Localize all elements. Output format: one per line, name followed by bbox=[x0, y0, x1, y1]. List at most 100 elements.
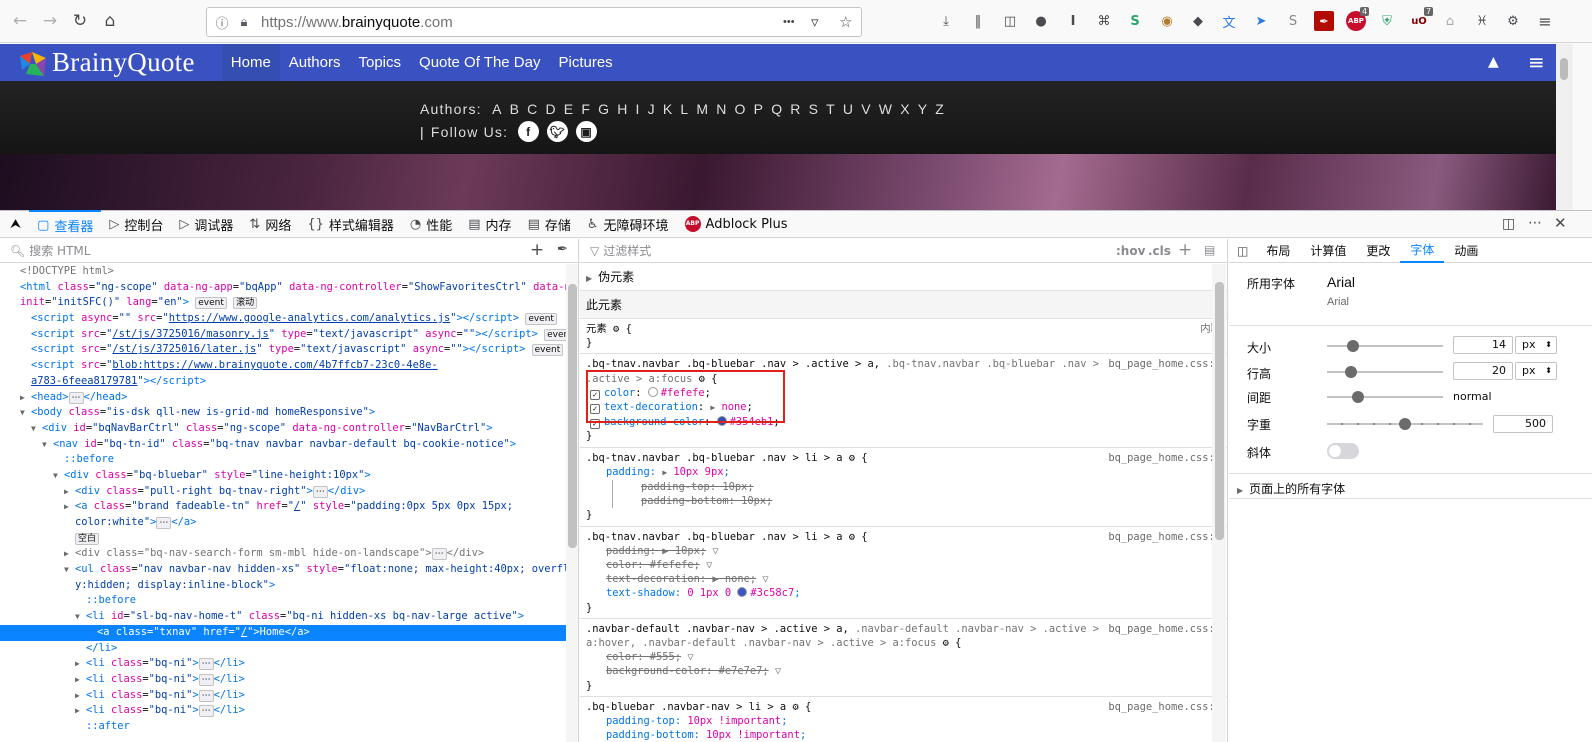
author-letter-link[interactable]: K bbox=[663, 101, 674, 117]
shield-icon[interactable]: ⛨ bbox=[1377, 11, 1397, 31]
rule-bluebar-padding[interactable]: .bq-bluebar .navbar-nav > li > a ⚙ { bq_… bbox=[580, 697, 1227, 742]
author-letter-link[interactable]: B bbox=[510, 101, 521, 117]
eyedropper-icon[interactable]: ✒ bbox=[557, 242, 568, 257]
author-letter-link[interactable]: C bbox=[527, 101, 538, 117]
author-letter-link[interactable]: M bbox=[696, 101, 709, 117]
markup-line[interactable]: 空白 bbox=[0, 531, 566, 547]
markup-scrollbar[interactable] bbox=[566, 264, 578, 742]
ext-i-icon[interactable]: I bbox=[1063, 11, 1083, 31]
author-letter-link[interactable]: U bbox=[843, 101, 854, 117]
tab-performance[interactable]: ◔ 性能 bbox=[402, 210, 460, 238]
rule-source[interactable]: bq_page_home.css:4 bbox=[1108, 357, 1221, 371]
translate-icon[interactable]: 文 bbox=[1219, 11, 1239, 31]
line-height-unit-select[interactable]: px ⬍ bbox=[1515, 362, 1557, 380]
filter-icon[interactable]: ▽ bbox=[775, 665, 781, 677]
all-fonts-section[interactable]: ▶ 页面上的所有字体 bbox=[1237, 480, 1345, 497]
author-letter-link[interactable]: J bbox=[648, 101, 656, 117]
markup-line[interactable]: init="initSFC()" lang="en"> event 滚动 bbox=[0, 295, 566, 311]
markup-line[interactable]: ▶ <li class="bq-ni"> ⋯ </li> bbox=[0, 688, 566, 704]
rule-li-a-overridden[interactable]: .bq-tnav.navbar .bq-bluebar .nav > li > … bbox=[580, 527, 1227, 619]
instagram-icon[interactable]: ▣ bbox=[576, 121, 598, 142]
tab-inspector[interactable]: ▢ 查看器 bbox=[29, 210, 102, 238]
markup-line[interactable]: ▼ <body class="is-dsk qll-new is-grid-md … bbox=[0, 405, 566, 421]
print-styles-icon[interactable]: ▤ bbox=[1204, 243, 1215, 257]
monkey-icon[interactable]: ◉ bbox=[1157, 11, 1177, 31]
nav-authors[interactable]: Authors bbox=[280, 44, 350, 81]
size-unit-select[interactable]: px ⬍ bbox=[1515, 336, 1557, 354]
tab-storage[interactable]: ▤ 存储 bbox=[520, 210, 579, 238]
forward-icon[interactable]: → bbox=[36, 7, 64, 35]
size-input[interactable]: 14 bbox=[1453, 336, 1513, 354]
pdf-icon[interactable]: ✒ bbox=[1314, 11, 1334, 31]
author-letter-link[interactable]: V bbox=[861, 101, 872, 117]
author-letter-link[interactable]: L bbox=[680, 101, 689, 117]
author-letter-link[interactable]: A bbox=[492, 101, 503, 117]
hov-toggle[interactable]: :hov bbox=[1116, 244, 1145, 258]
markup-line[interactable]: a783-6feea8179781"></script> bbox=[0, 374, 566, 390]
ext-a-icon[interactable]: ♓ bbox=[1472, 11, 1492, 31]
author-letter-link[interactable]: G bbox=[598, 101, 610, 117]
author-letter-link[interactable]: D bbox=[545, 101, 556, 117]
page-scrollbar[interactable] bbox=[1556, 44, 1573, 210]
markup-line[interactable]: ▼ <ul class="nav navbar-nav hidden-xs" st… bbox=[0, 562, 566, 578]
markup-line[interactable]: ▶ <div class="bq-nav-search-form sm-mbl h… bbox=[0, 546, 566, 562]
line-height-slider[interactable] bbox=[1327, 366, 1443, 378]
markup-line[interactable]: <script async="" src="https://www.google… bbox=[0, 311, 566, 327]
sidebar-icon[interactable]: ◫ bbox=[1000, 11, 1020, 31]
filter-icon[interactable]: ▽ bbox=[762, 573, 768, 585]
nav-quote-of-the-day[interactable]: Quote Of The Day bbox=[410, 44, 549, 81]
rules-scrollbar[interactable] bbox=[1212, 264, 1226, 742]
tab-computed[interactable]: 计算值 bbox=[1300, 239, 1356, 263]
markup-line[interactable]: ::after bbox=[0, 719, 566, 735]
rule-li-a-padding[interactable]: .bq-tnav.navbar .bq-bluebar .nav > li > … bbox=[580, 448, 1227, 527]
markup-line[interactable]: ▼ <div class="bq-bluebar" style="line-hei… bbox=[0, 468, 566, 484]
nav-home[interactable]: Home bbox=[221, 44, 280, 81]
gear-icon[interactable]: ⚙ bbox=[849, 452, 855, 464]
markup-line[interactable]: </li> bbox=[0, 641, 566, 657]
author-letter-link[interactable]: H bbox=[617, 101, 628, 117]
download-icon[interactable]: ⤓ bbox=[936, 11, 956, 31]
markup-line[interactable]: ▶ <li class="bq-ni"> ⋯ </li> bbox=[0, 672, 566, 688]
author-letter-link[interactable]: Q bbox=[771, 101, 783, 117]
author-letter-link[interactable]: P bbox=[754, 101, 765, 117]
settings-icon[interactable]: ⚙ bbox=[1503, 11, 1523, 31]
search-html-input[interactable]: 搜索 HTML bbox=[29, 242, 90, 259]
lock-icon[interactable]: 🔒︎ bbox=[233, 14, 255, 30]
markup-line[interactable]: <script src="blob:https://www.brainyquot… bbox=[0, 358, 566, 374]
italic-toggle[interactable] bbox=[1327, 443, 1359, 459]
author-letter-link[interactable]: E bbox=[564, 101, 575, 117]
markup-line[interactable]: ▶ <head> ⋯ </head> bbox=[0, 390, 566, 406]
nav-pictures[interactable]: Pictures bbox=[549, 44, 621, 81]
hamburger-icon[interactable]: ≡ bbox=[1528, 50, 1545, 74]
line-height-input[interactable]: 20 bbox=[1453, 362, 1513, 380]
color-swatch[interactable] bbox=[737, 587, 748, 598]
author-letter-link[interactable]: Y bbox=[918, 101, 929, 117]
tab-memory[interactable]: ▤ 内存 bbox=[460, 210, 519, 238]
rule-element[interactable]: 元素 ⚙ { 内联} bbox=[580, 319, 1227, 355]
back-icon[interactable]: ← bbox=[6, 7, 34, 35]
crop-icon[interactable]: ⌘ bbox=[1094, 11, 1114, 31]
markup-line[interactable]: <!DOCTYPE html> bbox=[0, 264, 566, 280]
spacing-slider[interactable] bbox=[1327, 391, 1443, 403]
markup-line[interactable]: ▼ <li id="sl-bq-nav-home-t" class="bq-ni … bbox=[0, 609, 566, 625]
rule-source[interactable]: bq_page_home.css:4 bbox=[1108, 451, 1221, 465]
markup-line[interactable]: ▶ <li class="bq-ni"> ⋯ </li> bbox=[0, 703, 566, 719]
gear-icon[interactable]: ⚙ bbox=[943, 637, 949, 649]
markup-line[interactable]: <html class="ng-scope" data-ng-app="bqAp… bbox=[0, 280, 566, 296]
home-icon[interactable]: ⌂ bbox=[96, 7, 124, 35]
user-icon[interactable]: ▲ bbox=[1488, 54, 1499, 70]
weight-slider[interactable] bbox=[1327, 418, 1483, 430]
rule-navbar-default[interactable]: .navbar-default .navbar-nav > .active > … bbox=[580, 619, 1227, 697]
url-bar[interactable]: ⓘ 🔒︎ https://www.brainyquote.com ••• ▿ ☆ bbox=[206, 7, 862, 37]
tab-adblock-plus[interactable]: ABP Adblock Plus bbox=[677, 210, 796, 238]
filter-icon[interactable]: ▽ bbox=[687, 651, 693, 663]
markup-line[interactable]: ▼ <div id="bqNavBarCtrl" class="ng-scope"… bbox=[0, 421, 566, 437]
tab-network[interactable]: ⇅ 网络 bbox=[241, 210, 299, 238]
account-icon[interactable]: ● bbox=[1031, 11, 1051, 31]
author-letter-link[interactable]: R bbox=[790, 101, 801, 117]
gear-icon[interactable]: ⚙ bbox=[792, 701, 798, 713]
page-actions-icon[interactable]: ••• bbox=[783, 16, 795, 28]
ext-puzzle-icon[interactable]: ◆ bbox=[1188, 11, 1208, 31]
tab-changes[interactable]: 更改 bbox=[1356, 239, 1400, 263]
markup-line-selected[interactable]: <a class="txnav" href="/">Home</a> bbox=[0, 624, 566, 641]
